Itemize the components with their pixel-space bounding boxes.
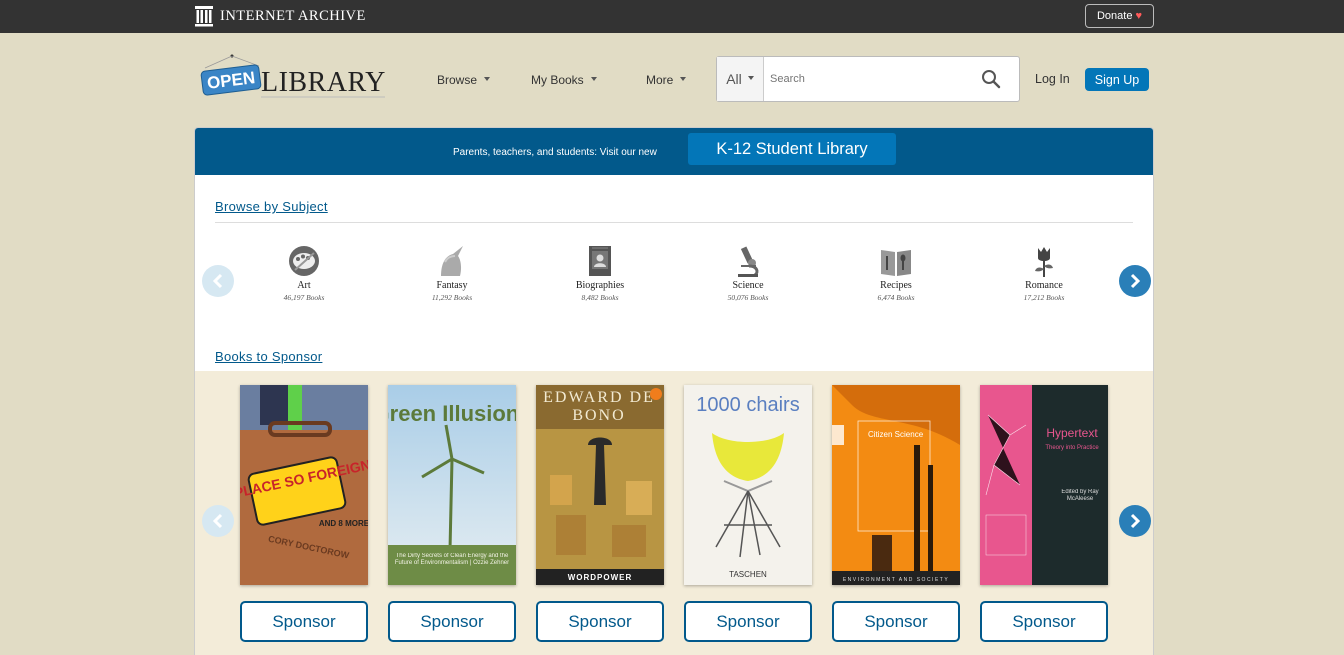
cover-title: EDWARD DE BONO bbox=[543, 389, 655, 424]
chevron-left-icon bbox=[212, 513, 223, 529]
subject-name: Romance bbox=[1025, 280, 1063, 291]
main-panel: Parents, teachers, and students: Visit o… bbox=[194, 127, 1154, 655]
portrait-icon bbox=[589, 246, 611, 276]
chevron-down-icon bbox=[680, 77, 687, 81]
search-scope-select[interactable]: All bbox=[717, 57, 764, 101]
divider bbox=[215, 222, 1133, 223]
subject-count: 17,212 Books bbox=[1023, 293, 1065, 302]
cover-subtitle: Theory into Practice bbox=[1045, 445, 1099, 451]
logo-library-text: LIBRARY bbox=[261, 67, 386, 98]
subject-name: Science bbox=[732, 280, 764, 291]
nav-my-books[interactable]: My Books bbox=[531, 73, 597, 87]
sponsor-next-button[interactable] bbox=[1119, 505, 1151, 537]
subjects-next-button[interactable] bbox=[1119, 265, 1151, 297]
search-icon bbox=[982, 70, 1001, 89]
sponsor-prev-button[interactable] bbox=[202, 505, 234, 537]
subject-recipes[interactable]: Recipes 6,474 Books bbox=[836, 244, 956, 302]
book-cover[interactable]: Citizen Science ENVIRONMENT AND SOCIETY bbox=[832, 385, 960, 585]
chevron-down-icon bbox=[747, 76, 754, 80]
subject-name: Fantasy bbox=[436, 280, 468, 291]
subject-count: 50,076 Books bbox=[727, 293, 769, 302]
cover-author: Edited by Ray McAleese bbox=[1061, 489, 1099, 502]
subject-fantasy[interactable]: Fantasy 11,292 Books bbox=[392, 244, 512, 302]
nav-more[interactable]: More bbox=[646, 73, 687, 87]
open-library-logo-image: OPEN LIBRARY bbox=[200, 54, 386, 98]
chevron-right-icon bbox=[1130, 513, 1141, 529]
subject-count: 8,482 Books bbox=[581, 293, 619, 302]
chevron-down-icon bbox=[590, 77, 597, 81]
cover-subtitle: ENVIRONMENT AND SOCIETY bbox=[843, 577, 949, 583]
subject-count: 46,197 Books bbox=[283, 293, 325, 302]
cover-subtitle: AND 8 MORE bbox=[319, 519, 368, 528]
microscope-icon bbox=[738, 246, 759, 277]
sponsor-button[interactable]: Sponsor bbox=[980, 601, 1108, 642]
subject-biographies[interactable]: Biographies 8,482 Books bbox=[540, 244, 660, 302]
browse-by-subject-link[interactable]: Browse by Subject bbox=[215, 199, 328, 214]
ia-top-bar: INTERNET ARCHIVE Donate ♥ bbox=[0, 0, 1344, 33]
book-cover-art: Citizen Science ENVIRONMENT AND SOCIETY bbox=[832, 385, 960, 585]
palette-icon bbox=[289, 246, 319, 276]
internet-archive-logo[interactable]: INTERNET ARCHIVE bbox=[194, 5, 366, 27]
banner-text: Parents, teachers, and students: Visit o… bbox=[453, 147, 657, 158]
k12-banner: Parents, teachers, and students: Visit o… bbox=[195, 128, 1153, 175]
login-link[interactable]: Log In bbox=[1035, 72, 1070, 86]
book-cover[interactable]: Green Illusions The Dirty Secrets of Cle… bbox=[388, 385, 516, 585]
subject-art[interactable]: Art 46,197 Books bbox=[244, 244, 364, 302]
search-input[interactable] bbox=[764, 57, 963, 101]
donate-button[interactable]: Donate ♥ bbox=[1085, 4, 1154, 28]
sponsor-button[interactable]: Sponsor bbox=[388, 601, 516, 642]
cover-title: 1000 chairs bbox=[696, 394, 799, 416]
rose-icon bbox=[1035, 247, 1053, 277]
open-library-logo[interactable]: OPEN LIBRARY bbox=[199, 52, 387, 100]
chevron-right-icon bbox=[1130, 273, 1141, 289]
nav-browse[interactable]: Browse bbox=[437, 73, 491, 87]
subject-name: Recipes bbox=[880, 280, 912, 291]
sponsor-button[interactable]: Sponsor bbox=[832, 601, 960, 642]
donate-label: Donate bbox=[1096, 10, 1133, 22]
ia-title: INTERNET ARCHIVE bbox=[220, 7, 366, 24]
k12-library-button[interactable]: K-12 Student Library bbox=[688, 133, 896, 165]
book-cover-art: EDWARD DE BONO WORDPOWER bbox=[536, 385, 664, 585]
subjects-prev-button[interactable] bbox=[202, 265, 234, 297]
search-bar: All bbox=[716, 56, 1020, 102]
search-button[interactable] bbox=[963, 57, 1019, 101]
sponsor-button[interactable]: Sponsor bbox=[536, 601, 664, 642]
chevron-left-icon bbox=[212, 273, 223, 289]
heart-icon: ♥ bbox=[1135, 10, 1142, 22]
search-scope-value: All bbox=[726, 71, 742, 87]
cover-subtitle: TASCHEN bbox=[729, 570, 767, 579]
nav-my-books-label: My Books bbox=[531, 73, 584, 87]
subject-name: Art bbox=[297, 280, 311, 291]
chevron-down-icon bbox=[484, 77, 491, 81]
archive-building-icon bbox=[195, 6, 213, 27]
nav-more-label: More bbox=[646, 73, 674, 87]
cover-title: Green Illusions bbox=[388, 401, 516, 426]
subject-name: Biographies bbox=[575, 280, 625, 291]
nav-browse-label: Browse bbox=[437, 73, 478, 87]
cover-title: Hypertext bbox=[1046, 426, 1098, 440]
subject-count: 11,292 Books bbox=[431, 293, 473, 302]
book-cover-art: Hypertext Theory into Practice Edited by… bbox=[980, 385, 1108, 585]
book-cover-art: A PLACE SO FOREIGN AND 8 MORE CORY DOCTO… bbox=[240, 385, 368, 585]
book-cover[interactable]: A PLACE SO FOREIGN AND 8 MORE CORY DOCTO… bbox=[240, 385, 368, 585]
subject-romance[interactable]: Romance 17,212 Books bbox=[984, 244, 1104, 302]
signup-button[interactable]: Sign Up bbox=[1085, 68, 1149, 91]
book-cover-art: 1000 chairs TASCHEN bbox=[684, 385, 812, 585]
sponsor-button[interactable]: Sponsor bbox=[684, 601, 812, 642]
unicorn-icon bbox=[441, 246, 463, 276]
cookbook-icon bbox=[881, 250, 911, 276]
book-cover-art: Green Illusions The Dirty Secrets of Cle… bbox=[388, 385, 516, 585]
cover-title: Citizen Science bbox=[868, 430, 924, 439]
book-cover[interactable]: 1000 chairs TASCHEN bbox=[684, 385, 812, 585]
cover-subtitle: The Dirty Secrets of Clean Energy and th… bbox=[394, 553, 510, 566]
book-cover[interactable]: Hypertext Theory into Practice Edited by… bbox=[980, 385, 1108, 585]
book-cover[interactable]: EDWARD DE BONO WORDPOWER bbox=[536, 385, 664, 585]
subject-science[interactable]: Science 50,076 Books bbox=[688, 244, 808, 302]
cover-subtitle: WORDPOWER bbox=[568, 573, 633, 582]
books-to-sponsor-link[interactable]: Books to Sponsor bbox=[215, 349, 322, 364]
sponsor-button[interactable]: Sponsor bbox=[240, 601, 368, 642]
subject-count: 6,474 Books bbox=[877, 293, 915, 302]
